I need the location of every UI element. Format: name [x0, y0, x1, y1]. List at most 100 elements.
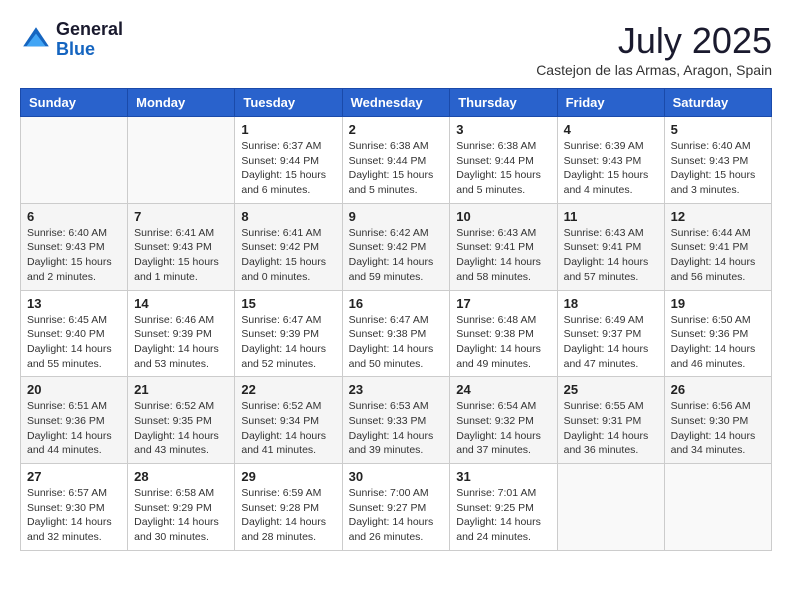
- calendar-cell: 27Sunrise: 6:57 AM Sunset: 9:30 PM Dayli…: [21, 464, 128, 551]
- day-number: 29: [241, 469, 335, 484]
- day-number: 18: [564, 296, 658, 311]
- calendar-cell: 22 Sunrise: 6:52 AM Sunset: 9:34 PM Dayli…: [235, 377, 342, 464]
- day-info: Sunrise: 6:43 AM Sunset: 9:41 PM Dayligh…: [564, 226, 658, 285]
- calendar-cell: 11 Sunrise: 6:43 AM Sunset: 9:41 PM Dayli…: [557, 203, 664, 290]
- calendar-cell: 24Sunrise: 6:54 AM Sunset: 9:32 PM Dayli…: [450, 377, 557, 464]
- day-number: 8: [241, 209, 335, 224]
- calendar-cell: [664, 464, 771, 551]
- calendar-cell: 19 Sunrise: 6:50 AM Sunset: 9:36 PM Dayli…: [664, 290, 771, 377]
- calendar-cell: [557, 464, 664, 551]
- location: Castejon de las Armas, Aragon, Spain: [536, 62, 772, 78]
- calendar-cell: 15 Sunrise: 6:47 AM Sunset: 9:39 PM Dayli…: [235, 290, 342, 377]
- day-number: 3: [456, 122, 550, 137]
- day-info: Sunrise: 7:01 AM Sunset: 9:25 PM Dayligh…: [456, 486, 550, 545]
- weekday-header-wednesday: Wednesday: [342, 89, 450, 117]
- day-info: Sunrise: 6:59 AM Sunset: 9:28 PM Dayligh…: [241, 486, 335, 545]
- calendar-cell: 12 Sunrise: 6:44 AM Sunset: 9:41 PM Dayli…: [664, 203, 771, 290]
- calendar-cell: 29 Sunrise: 6:59 AM Sunset: 9:28 PM Dayli…: [235, 464, 342, 551]
- day-info: Sunrise: 6:41 AM Sunset: 9:42 PM Dayligh…: [241, 226, 335, 285]
- day-info: Sunrise: 6:44 AM Sunset: 9:41 PM Dayligh…: [671, 226, 765, 285]
- calendar-cell: 30 Sunrise: 7:00 AM Sunset: 9:27 PM Dayli…: [342, 464, 450, 551]
- day-info: Sunrise: 6:57 AM Sunset: 9:30 PM Dayligh…: [27, 486, 121, 545]
- day-number: 25: [564, 382, 658, 397]
- calendar-week-3: 13Sunrise: 6:45 AM Sunset: 9:40 PM Dayli…: [21, 290, 772, 377]
- calendar-cell: 28 Sunrise: 6:58 AM Sunset: 9:29 PM Dayli…: [128, 464, 235, 551]
- calendar-cell: 18Sunrise: 6:49 AM Sunset: 9:37 PM Dayli…: [557, 290, 664, 377]
- day-info: Sunrise: 6:43 AM Sunset: 9:41 PM Dayligh…: [456, 226, 550, 285]
- calendar-cell: 4Sunrise: 6:39 AM Sunset: 9:43 PM Daylig…: [557, 117, 664, 204]
- day-info: Sunrise: 6:55 AM Sunset: 9:31 PM Dayligh…: [564, 399, 658, 458]
- day-number: 22: [241, 382, 335, 397]
- day-number: 14: [134, 296, 228, 311]
- weekday-header-saturday: Saturday: [664, 89, 771, 117]
- day-info: Sunrise: 6:53 AM Sunset: 9:33 PM Dayligh…: [349, 399, 444, 458]
- day-number: 10: [456, 209, 550, 224]
- calendar-cell: 13Sunrise: 6:45 AM Sunset: 9:40 PM Dayli…: [21, 290, 128, 377]
- day-info: Sunrise: 7:00 AM Sunset: 9:27 PM Dayligh…: [349, 486, 444, 545]
- calendar-cell: 17 Sunrise: 6:48 AM Sunset: 9:38 PM Dayli…: [450, 290, 557, 377]
- day-info: Sunrise: 6:54 AM Sunset: 9:32 PM Dayligh…: [456, 399, 550, 458]
- day-info: Sunrise: 6:38 AM Sunset: 9:44 PM Dayligh…: [456, 139, 550, 198]
- day-number: 6: [27, 209, 121, 224]
- logo-icon: [20, 24, 52, 56]
- day-info: Sunrise: 6:52 AM Sunset: 9:34 PM Dayligh…: [241, 399, 335, 458]
- calendar-cell: 8 Sunrise: 6:41 AM Sunset: 9:42 PM Daylig…: [235, 203, 342, 290]
- day-info: Sunrise: 6:51 AM Sunset: 9:36 PM Dayligh…: [27, 399, 121, 458]
- calendar-cell: 2Sunrise: 6:38 AM Sunset: 9:44 PM Daylig…: [342, 117, 450, 204]
- day-info: Sunrise: 6:56 AM Sunset: 9:30 PM Dayligh…: [671, 399, 765, 458]
- title-area: July 2025 Castejon de las Armas, Aragon,…: [536, 20, 772, 78]
- weekday-header-monday: Monday: [128, 89, 235, 117]
- logo-general: General: [56, 19, 123, 39]
- day-number: 21: [134, 382, 228, 397]
- day-number: 12: [671, 209, 765, 224]
- day-number: 20: [27, 382, 121, 397]
- day-info: Sunrise: 6:50 AM Sunset: 9:36 PM Dayligh…: [671, 313, 765, 372]
- day-number: 5: [671, 122, 765, 137]
- weekday-header-row: SundayMondayTuesdayWednesdayThursdayFrid…: [21, 89, 772, 117]
- day-number: 1: [241, 122, 335, 137]
- month-title: July 2025: [536, 20, 772, 62]
- day-number: 13: [27, 296, 121, 311]
- calendar-cell: 20 Sunrise: 6:51 AM Sunset: 9:36 PM Dayli…: [21, 377, 128, 464]
- calendar-week-1: 1 Sunrise: 6:37 AM Sunset: 9:44 PM Daylig…: [21, 117, 772, 204]
- calendar-cell: 3 Sunrise: 6:38 AM Sunset: 9:44 PM Daylig…: [450, 117, 557, 204]
- calendar-cell: 10 Sunrise: 6:43 AM Sunset: 9:41 PM Dayli…: [450, 203, 557, 290]
- calendar-cell: 1 Sunrise: 6:37 AM Sunset: 9:44 PM Daylig…: [235, 117, 342, 204]
- day-number: 16: [349, 296, 444, 311]
- weekday-header-thursday: Thursday: [450, 89, 557, 117]
- day-info: Sunrise: 6:47 AM Sunset: 9:38 PM Dayligh…: [349, 313, 444, 372]
- day-number: 30: [349, 469, 444, 484]
- logo-blue: Blue: [56, 39, 95, 59]
- day-number: 17: [456, 296, 550, 311]
- day-number: 11: [564, 209, 658, 224]
- page-header: General Blue July 2025 Castejon de las A…: [20, 20, 772, 78]
- calendar-cell: 23 Sunrise: 6:53 AM Sunset: 9:33 PM Dayli…: [342, 377, 450, 464]
- day-info: Sunrise: 6:42 AM Sunset: 9:42 PM Dayligh…: [349, 226, 444, 285]
- day-info: Sunrise: 6:46 AM Sunset: 9:39 PM Dayligh…: [134, 313, 228, 372]
- day-info: Sunrise: 6:58 AM Sunset: 9:29 PM Dayligh…: [134, 486, 228, 545]
- day-number: 31: [456, 469, 550, 484]
- calendar-cell: 31 Sunrise: 7:01 AM Sunset: 9:25 PM Dayli…: [450, 464, 557, 551]
- calendar-week-5: 27Sunrise: 6:57 AM Sunset: 9:30 PM Dayli…: [21, 464, 772, 551]
- day-number: 15: [241, 296, 335, 311]
- calendar-cell: 5Sunrise: 6:40 AM Sunset: 9:43 PM Daylig…: [664, 117, 771, 204]
- day-number: 4: [564, 122, 658, 137]
- calendar-week-4: 20 Sunrise: 6:51 AM Sunset: 9:36 PM Dayli…: [21, 377, 772, 464]
- calendar-cell: 21Sunrise: 6:52 AM Sunset: 9:35 PM Dayli…: [128, 377, 235, 464]
- day-info: Sunrise: 6:48 AM Sunset: 9:38 PM Dayligh…: [456, 313, 550, 372]
- day-number: 23: [349, 382, 444, 397]
- day-info: Sunrise: 6:41 AM Sunset: 9:43 PM Dayligh…: [134, 226, 228, 285]
- calendar-cell: 9 Sunrise: 6:42 AM Sunset: 9:42 PM Daylig…: [342, 203, 450, 290]
- day-info: Sunrise: 6:47 AM Sunset: 9:39 PM Dayligh…: [241, 313, 335, 372]
- day-number: 28: [134, 469, 228, 484]
- calendar-table: SundayMondayTuesdayWednesdayThursdayFrid…: [20, 88, 772, 551]
- day-number: 26: [671, 382, 765, 397]
- calendar-cell: [128, 117, 235, 204]
- day-number: 19: [671, 296, 765, 311]
- day-number: 9: [349, 209, 444, 224]
- calendar-cell: 6Sunrise: 6:40 AM Sunset: 9:43 PM Daylig…: [21, 203, 128, 290]
- calendar-cell: 7 Sunrise: 6:41 AM Sunset: 9:43 PM Daylig…: [128, 203, 235, 290]
- weekday-header-tuesday: Tuesday: [235, 89, 342, 117]
- day-number: 7: [134, 209, 228, 224]
- day-info: Sunrise: 6:37 AM Sunset: 9:44 PM Dayligh…: [241, 139, 335, 198]
